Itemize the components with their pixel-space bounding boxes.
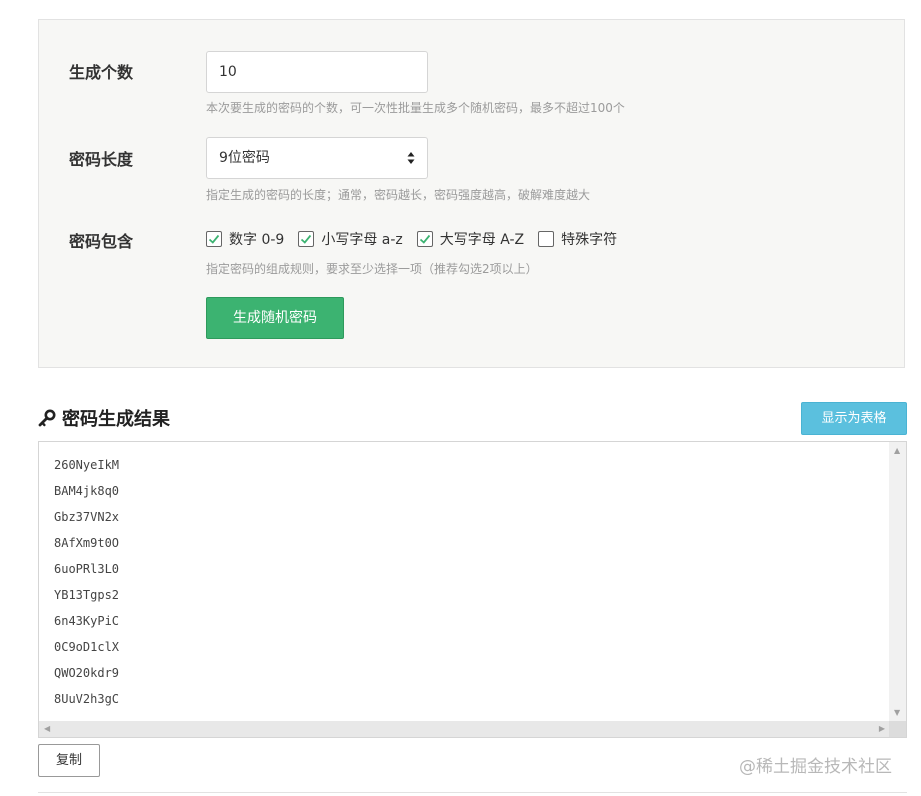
password-item: 8AfXm9t0O	[54, 536, 120, 550]
scroll-up-icon[interactable]: ▲	[894, 447, 900, 455]
scrollbar-corner	[889, 721, 906, 737]
password-item: 260NyeIkM	[54, 458, 120, 472]
include-options: 数字 0-9 小写字母 a-z 大写字母 A-Z 特殊字符	[206, 229, 631, 249]
settings-panel: 生成个数 本次要生成的密码的个数，可一次性批量生成多个随机密码，最多不超过100…	[38, 19, 905, 368]
vertical-scrollbar[interactable]: ▲ ▼	[889, 442, 906, 722]
show-as-table-button[interactable]: 显示为表格	[801, 402, 907, 435]
password-item: QWO20kdr9	[54, 666, 120, 680]
checkbox-digits[interactable]	[206, 231, 222, 247]
include-hint: 指定密码的组成规则，要求至少选择一项（推荐勾选2项以上）	[206, 262, 538, 276]
password-item: 0C9oD1clX	[54, 640, 120, 654]
result-heading: 密码生成结果	[38, 405, 170, 431]
option-lowercase-label: 小写字母 a-z	[321, 232, 403, 248]
option-digits[interactable]: 数字 0-9	[206, 229, 284, 249]
password-item: YB13Tgps2	[54, 588, 120, 602]
length-hint: 指定生成的密码的长度；通常，密码越长，密码强度越高，破解难度越大	[206, 188, 591, 202]
scroll-right-icon[interactable]: ▶	[879, 725, 885, 733]
checkbox-lowercase[interactable]	[298, 231, 315, 247]
count-input[interactable]	[206, 51, 428, 93]
generate-button[interactable]: 生成随机密码	[206, 297, 344, 339]
option-uppercase-label: 大写字母 A-Z	[439, 232, 525, 248]
password-item: Gbz37VN2x	[54, 510, 120, 524]
scroll-down-icon[interactable]: ▼	[894, 709, 900, 717]
count-label: 生成个数	[69, 63, 134, 82]
select-arrows-icon	[407, 152, 415, 164]
length-select-value: 9位密码	[219, 150, 270, 166]
option-special-label: 特殊字符	[561, 232, 618, 248]
count-hint: 本次要生成的密码的个数，可一次性批量生成多个随机密码，最多不超过100个	[206, 101, 625, 115]
password-item: 8UuV2h3gC	[54, 692, 120, 706]
horizontal-scrollbar[interactable]: ◀ ▶	[39, 721, 891, 737]
option-digits-label: 数字 0-9	[229, 232, 285, 248]
result-title: 密码生成结果	[62, 409, 170, 430]
option-special[interactable]: 特殊字符	[538, 229, 617, 249]
length-select[interactable]: 9位密码	[206, 137, 428, 179]
key-icon	[38, 409, 56, 427]
copy-button[interactable]: 复制	[38, 744, 100, 777]
length-label: 密码长度	[69, 150, 134, 169]
checkbox-special[interactable]	[538, 231, 555, 247]
password-item: 6n43KyPiC	[54, 614, 120, 628]
include-label: 密码包含	[69, 232, 134, 251]
checkbox-uppercase[interactable]	[416, 231, 433, 247]
divider	[38, 792, 907, 793]
password-list: 260NyeIkM BAM4jk8q0 Gbz37VN2x 8AfXm9t0O …	[54, 456, 119, 716]
checkmark-icon	[208, 234, 220, 244]
scroll-left-icon[interactable]: ◀	[44, 725, 50, 733]
watermark: @稀土掘金技术社区	[739, 757, 892, 777]
checkmark-icon	[419, 234, 430, 244]
password-output[interactable]: 260NyeIkM BAM4jk8q0 Gbz37VN2x 8AfXm9t0O …	[38, 441, 907, 738]
checkmark-icon	[301, 234, 312, 244]
option-uppercase[interactable]: 大写字母 A-Z	[416, 229, 525, 249]
password-item: 6uoPRl3L0	[54, 562, 120, 576]
password-item: BAM4jk8q0	[54, 484, 120, 498]
option-lowercase[interactable]: 小写字母 a-z	[298, 229, 403, 249]
